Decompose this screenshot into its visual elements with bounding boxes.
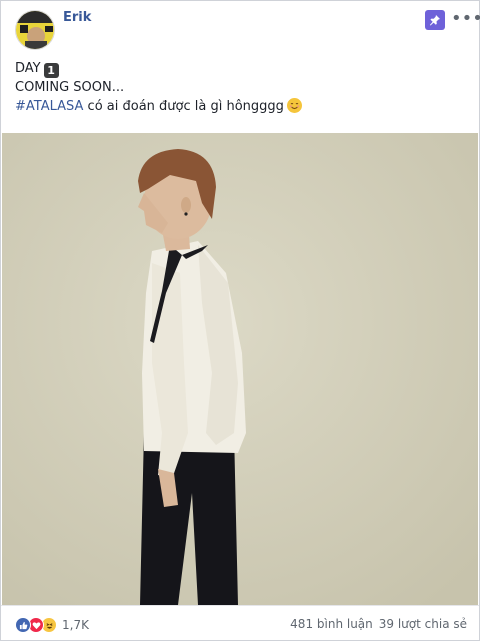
like-icon [15, 617, 31, 633]
shares-count-link[interactable]: 39 lượt chia sẻ [379, 617, 467, 631]
hashtag-line: #ATALASA có ai đoán được là gì hôngggg [15, 97, 470, 116]
post-footer: 1,7K 481 bình luận 39 lượt chia sẻ [1, 605, 479, 641]
avatar[interactable] [15, 10, 55, 50]
smiling-face-emoji [286, 98, 302, 113]
author-name[interactable]: Erik [63, 10, 91, 25]
post-card: Erik ••• DAY 1 COMING SOON... #ATALASA có… [0, 0, 480, 641]
pin-icon [429, 15, 440, 26]
post-header: Erik ••• [1, 1, 480, 53]
pin-button[interactable] [425, 10, 445, 30]
reactions-summary[interactable]: 1,7K [15, 616, 89, 634]
more-options-icon: ••• [451, 8, 480, 29]
day-label: DAY [15, 61, 41, 76]
day-number-badge: 1 [43, 63, 59, 78]
comments-count-link[interactable]: 481 bình luận [290, 617, 373, 631]
day-line: DAY 1 [15, 59, 470, 78]
question-text: có ai đoán được là gì hôngggg [83, 99, 284, 114]
coming-soon-line: COMING SOON... [15, 80, 125, 95]
reaction-count: 1,7K [62, 618, 89, 632]
post-text: DAY 1 COMING SOON... #ATALASA có ai đoán … [15, 59, 470, 116]
post-photo[interactable] [2, 133, 478, 605]
hashtag-link[interactable]: #ATALASA [15, 99, 83, 114]
more-options-button[interactable]: ••• [451, 8, 480, 30]
engagement-stats: 481 bình luận 39 lượt chia sẻ [290, 617, 467, 631]
